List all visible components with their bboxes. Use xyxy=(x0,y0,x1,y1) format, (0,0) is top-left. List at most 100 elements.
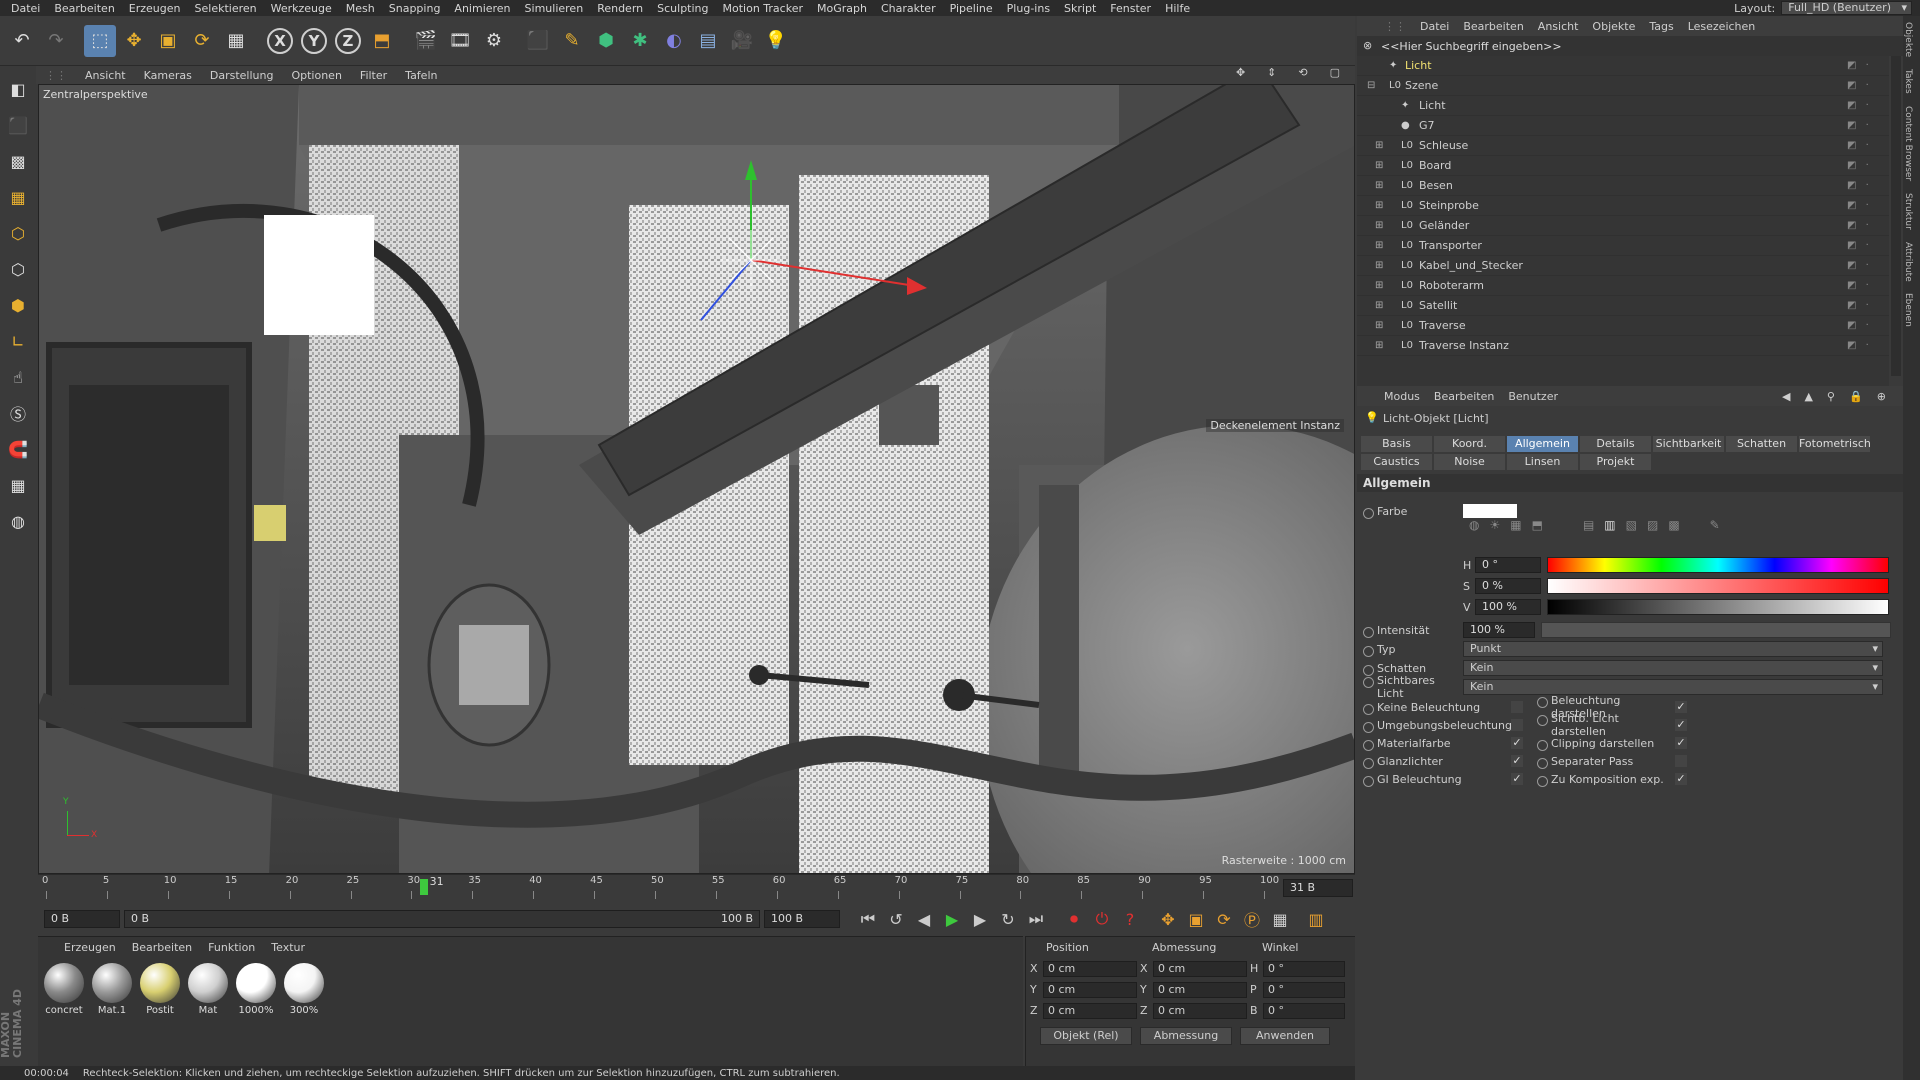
previous-frame-icon[interactable]: ◀ xyxy=(912,907,936,931)
texture-mode-icon[interactable]: ▩ xyxy=(3,146,33,176)
eyedropper-icon[interactable]: ✎ xyxy=(1710,518,1720,532)
next-frame-icon[interactable]: ▶ xyxy=(968,907,992,931)
size-field[interactable]: 0 cm xyxy=(1153,1002,1247,1019)
expand-icon[interactable]: ⊞ xyxy=(1375,140,1383,151)
side-tab-content-browser[interactable]: Content Browser xyxy=(1903,100,1913,187)
menu-item-snapping[interactable]: Snapping xyxy=(382,2,448,15)
menu-item-fenster[interactable]: Fenster xyxy=(1103,2,1158,15)
attr-lock-icon[interactable]: 🔒 xyxy=(1842,390,1870,403)
tab-projekt[interactable]: Projekt xyxy=(1580,454,1651,470)
attr-back-icon[interactable]: ◀ xyxy=(1775,390,1797,403)
spectrum-icon[interactable]: ☀ xyxy=(1489,518,1500,532)
polygons-mode-icon[interactable]: ⬢ xyxy=(3,290,33,320)
point-level-key-icon[interactable]: ▦ xyxy=(1268,907,1292,931)
coord-mode-dropdown[interactable]: Objekt (Rel) xyxy=(1040,1026,1132,1045)
menu-item-sculpting[interactable]: Sculpting xyxy=(650,2,715,15)
object-visibility-icons[interactable]: ◩ · xyxy=(1847,200,1872,211)
viewport-menu-filter[interactable]: Filter xyxy=(351,69,396,82)
position-field[interactable]: 0 cm xyxy=(1043,981,1137,998)
checkbox[interactable] xyxy=(1675,755,1687,767)
sichtbares-licht-dropdown[interactable]: Kein xyxy=(1463,679,1883,695)
checkbox[interactable]: ✓ xyxy=(1511,737,1523,749)
mixer-icon[interactable]: ▨ xyxy=(1647,518,1658,532)
y-axis-lock-button[interactable]: Y xyxy=(298,25,330,57)
material-menu-funktion[interactable]: Funktion xyxy=(200,941,263,954)
object-visibility-icons[interactable]: ◩ · xyxy=(1847,160,1872,171)
object-visibility-icons[interactable]: ◩ · xyxy=(1847,320,1872,331)
expand-icon[interactable]: ⊞ xyxy=(1375,280,1383,291)
object-row[interactable]: ⊟ L0 Szene ◩ · xyxy=(1357,76,1889,96)
expand-icon[interactable]: ⊞ xyxy=(1375,260,1383,271)
hue-field[interactable]: 0 ° xyxy=(1475,557,1541,573)
attr-new-icon[interactable]: ⊕ xyxy=(1870,390,1893,403)
attr-menu-benutzer[interactable]: Benutzer xyxy=(1501,390,1565,403)
keyframe-selection-icon[interactable]: ? xyxy=(1118,907,1142,931)
go-to-end-icon[interactable]: ⏭ xyxy=(1024,907,1048,931)
picker-icon[interactable]: ⬒ xyxy=(1532,518,1543,532)
layout-dropdown[interactable]: Full_HD (Benutzer) xyxy=(1781,1,1912,15)
tweak-mode-icon[interactable]: ☝ xyxy=(3,362,33,392)
object-row[interactable]: ⊞ L0 Steinprobe ◩ · xyxy=(1357,196,1889,216)
make-editable-icon[interactable]: ◧ xyxy=(3,74,33,104)
object-row[interactable]: ⊞ L0 Transporter ◩ · xyxy=(1357,236,1889,256)
saturation-slider[interactable] xyxy=(1547,578,1889,594)
material-menu-bearbeiten[interactable]: Bearbeiten xyxy=(124,941,200,954)
object-visibility-icons[interactable]: ◩ · xyxy=(1847,60,1872,71)
viewport-menu-tafeln[interactable]: Tafeln xyxy=(396,69,446,82)
menu-item-plug-ins[interactable]: Plug-ins xyxy=(1000,2,1057,15)
schatten-dropdown[interactable]: Kein xyxy=(1463,660,1883,676)
object-menu-bearbeiten[interactable]: Bearbeiten xyxy=(1456,20,1530,33)
tab-caustics[interactable]: Caustics xyxy=(1361,454,1432,470)
expand-icon[interactable]: ⊞ xyxy=(1375,340,1383,351)
tab-allgemein[interactable]: Allgemein xyxy=(1507,436,1578,452)
expand-icon[interactable]: ⊞ xyxy=(1375,180,1383,191)
material-swatch[interactable]: Mat.1 xyxy=(90,963,134,1016)
menu-item-charakter[interactable]: Charakter xyxy=(874,2,943,15)
subdivision-icon[interactable]: ⬢ xyxy=(590,25,622,57)
object-row[interactable]: ⊞ L0 Board ◩ · xyxy=(1357,156,1889,176)
object-row[interactable]: ⊞ L0 Traverse Instanz ◩ · xyxy=(1357,336,1889,356)
sculpt-icon[interactable]: ◍ xyxy=(3,506,33,536)
z-axis-lock-button[interactable]: Z xyxy=(332,25,364,57)
menu-item-pipeline[interactable]: Pipeline xyxy=(943,2,1000,15)
value-slider[interactable] xyxy=(1547,599,1889,615)
soft-selection-icon[interactable]: 🧲 xyxy=(3,434,33,464)
object-row[interactable]: ⊞ L0 Traverse ◩ · xyxy=(1357,316,1889,336)
object-row[interactable]: ⊞ L0 Satellit ◩ · xyxy=(1357,296,1889,316)
intensity-field[interactable]: 100 % xyxy=(1463,622,1535,638)
object-visibility-icons[interactable]: ◩ · xyxy=(1847,80,1872,91)
object-row[interactable]: ⊞ L0 Schleuse ◩ · xyxy=(1357,136,1889,156)
attr-up-icon[interactable]: ▲ xyxy=(1797,390,1819,403)
hsv-mode-icon[interactable]: ▥ xyxy=(1604,518,1615,532)
tab-schatten[interactable]: Schatten xyxy=(1726,436,1797,452)
expand-icon[interactable]: ⊞ xyxy=(1375,160,1383,171)
axis-mode-icon[interactable]: ∟ xyxy=(3,326,33,356)
material-swatch[interactable]: 1000% xyxy=(234,963,278,1016)
coord-size-mode-dropdown[interactable]: Abmessung xyxy=(1140,1026,1232,1045)
rotation-field[interactable]: 0 ° xyxy=(1263,1002,1345,1019)
position-field[interactable]: 0 cm xyxy=(1043,960,1137,977)
menu-item-motion-tracker[interactable]: Motion Tracker xyxy=(716,2,810,15)
checkbox[interactable]: ✓ xyxy=(1675,773,1687,785)
material-swatch[interactable]: Mat xyxy=(186,963,230,1016)
rotation-key-icon[interactable]: ⟳ xyxy=(1212,907,1236,931)
deformer-icon[interactable]: ◐ xyxy=(658,25,690,57)
viewport-menu-ansicht[interactable]: Ansicht xyxy=(76,69,135,82)
tab-noise[interactable]: Noise xyxy=(1434,454,1505,470)
recent-tool-icon[interactable]: ▦ xyxy=(220,25,252,57)
floor-icon[interactable]: ▤ xyxy=(692,25,724,57)
preview-start-field[interactable]: 0 B xyxy=(44,910,120,928)
viewport-menu-darstellung[interactable]: Darstellung xyxy=(201,69,283,82)
record-keys-icon[interactable]: ⏺ xyxy=(1062,907,1086,931)
tab-koord[interactable]: Koord. xyxy=(1434,436,1505,452)
object-row[interactable]: ⊞ L0 Besen ◩ · xyxy=(1357,176,1889,196)
tab-details[interactable]: Details xyxy=(1580,436,1651,452)
object-row[interactable]: ⊞ L0 Geländer ◩ · xyxy=(1357,216,1889,236)
object-menu-tags[interactable]: Tags xyxy=(1642,20,1680,33)
checkbox[interactable] xyxy=(1511,701,1523,713)
material-swatch[interactable]: 300% xyxy=(282,963,326,1016)
side-tab-attribute[interactable]: Attribute xyxy=(1903,236,1913,288)
model-mode-icon[interactable]: ⬛ xyxy=(3,110,33,140)
object-row[interactable]: ⊞ L0 Roboterarm ◩ · xyxy=(1357,276,1889,296)
scale-tool-icon[interactable]: ▣ xyxy=(152,25,184,57)
